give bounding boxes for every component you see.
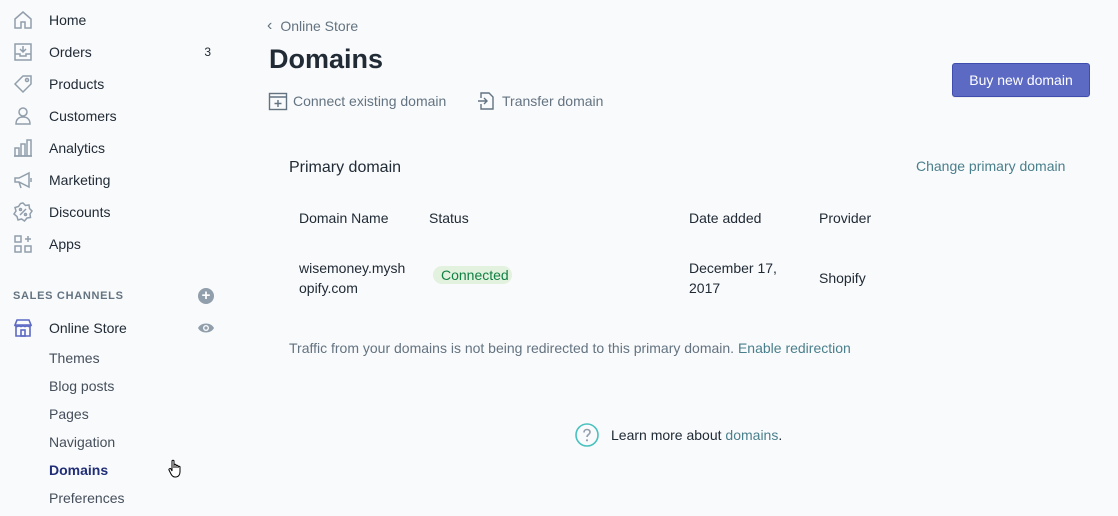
date-added-cell: December 17, 2017 bbox=[689, 258, 777, 298]
sidebar-item-label: Discounts bbox=[49, 204, 111, 220]
orders-icon bbox=[12, 41, 34, 63]
breadcrumb-label: Online Store bbox=[280, 18, 359, 34]
sidebar-item-analytics[interactable]: Analytics bbox=[12, 136, 217, 160]
traffic-notice: Traffic from your domains is not being r… bbox=[289, 340, 851, 356]
change-primary-domain-link[interactable]: Change primary domain bbox=[916, 158, 1065, 174]
sidebar-item-label: Apps bbox=[49, 236, 81, 252]
domain-name-line: opify.com bbox=[299, 280, 358, 296]
question-circle-icon bbox=[575, 423, 599, 447]
add-channel-button[interactable]: + bbox=[198, 288, 214, 304]
sidebar-subitem-blog-posts[interactable]: Blog posts bbox=[49, 378, 114, 394]
column-header-date-added: Date added bbox=[689, 210, 762, 226]
sidebar-subitem-themes[interactable]: Themes bbox=[49, 350, 100, 366]
sidebar-item-apps[interactable]: Apps bbox=[12, 232, 217, 256]
date-line: December 17, bbox=[689, 260, 777, 276]
sidebar-item-products[interactable]: Products bbox=[12, 72, 217, 96]
bar-chart-icon bbox=[12, 137, 34, 159]
sidebar: Home Orders 3 Products Customers Analyti… bbox=[0, 0, 230, 516]
learn-more-label: Learn more about bbox=[611, 427, 722, 443]
domain-name-cell: wisemoney.mysh opify.com bbox=[299, 258, 405, 298]
connect-domain-icon bbox=[268, 92, 288, 111]
discount-icon bbox=[12, 201, 34, 223]
sidebar-subitem-preferences[interactable]: Preferences bbox=[49, 490, 124, 506]
sidebar-item-label: Orders bbox=[49, 44, 92, 60]
primary-domain-heading: Primary domain bbox=[289, 159, 402, 176]
traffic-notice-text: Traffic from your domains is not being r… bbox=[289, 340, 735, 356]
chevron-left-icon: ‹ bbox=[267, 17, 273, 34]
learn-more-suffix: . bbox=[778, 427, 783, 443]
sidebar-item-discounts[interactable]: Discounts bbox=[12, 200, 217, 224]
person-icon bbox=[12, 105, 34, 127]
sidebar-item-label: Analytics bbox=[49, 140, 106, 156]
sidebar-item-label: Customers bbox=[49, 108, 117, 124]
transfer-icon bbox=[478, 92, 494, 110]
connect-existing-domain-label: Connect existing domain bbox=[293, 93, 447, 109]
sidebar-subitem-pages[interactable]: Pages bbox=[49, 406, 89, 422]
buy-new-domain-button[interactable]: Buy new domain bbox=[952, 63, 1090, 97]
sidebar-item-home[interactable]: Home bbox=[12, 8, 217, 32]
sidebar-item-label: Marketing bbox=[49, 172, 111, 188]
column-header-provider: Provider bbox=[819, 210, 872, 226]
hand-cursor-icon bbox=[168, 459, 181, 478]
column-header-domain-name: Domain Name bbox=[299, 210, 389, 226]
domain-name-line: wisemoney.mysh bbox=[299, 260, 406, 276]
tag-icon bbox=[12, 73, 34, 95]
sidebar-item-orders[interactable]: Orders 3 bbox=[12, 40, 217, 64]
learn-more-text: Learn more about domains. bbox=[611, 427, 782, 443]
sidebar-item-marketing[interactable]: Marketing bbox=[12, 168, 217, 192]
megaphone-icon bbox=[12, 169, 34, 191]
sidebar-subitem-domains[interactable]: Domains bbox=[49, 462, 108, 478]
transfer-domain-button[interactable]: Transfer domain bbox=[477, 91, 603, 111]
page-title: Domains bbox=[269, 44, 384, 74]
breadcrumb[interactable]: ‹ Online Store bbox=[267, 17, 358, 35]
home-icon bbox=[12, 9, 34, 31]
sidebar-item-label: Products bbox=[49, 76, 105, 92]
connect-existing-domain-button[interactable]: Connect existing domain bbox=[268, 91, 446, 111]
sidebar-item-label: Home bbox=[49, 12, 87, 28]
sidebar-item-online-store[interactable]: Online Store bbox=[12, 316, 217, 340]
column-header-status: Status bbox=[429, 210, 469, 226]
transfer-domain-label: Transfer domain bbox=[502, 93, 604, 109]
sidebar-subitem-navigation[interactable]: Navigation bbox=[49, 434, 115, 450]
apps-icon bbox=[12, 233, 34, 255]
sales-channels-heading: SALES CHANNELS bbox=[13, 290, 124, 302]
store-icon bbox=[12, 317, 34, 339]
date-line: 2017 bbox=[689, 280, 721, 296]
domains-help-link[interactable]: domains bbox=[725, 427, 778, 443]
sidebar-item-label: Online Store bbox=[49, 320, 127, 336]
status-badge: Connected bbox=[433, 266, 512, 284]
sidebar-item-customers[interactable]: Customers bbox=[12, 104, 217, 128]
orders-count-badge: 3 bbox=[204, 45, 211, 59]
enable-redirection-link[interactable]: Enable redirection bbox=[738, 340, 851, 356]
eye-icon[interactable] bbox=[197, 321, 215, 335]
provider-cell: Shopify bbox=[819, 270, 866, 286]
